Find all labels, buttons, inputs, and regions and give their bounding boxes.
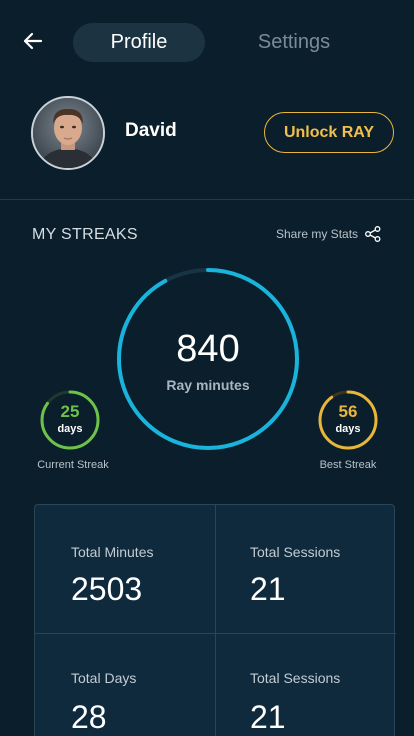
- avatar-image: [33, 98, 103, 168]
- section-title: MY STREAKS: [32, 226, 138, 243]
- unlock-ray-button[interactable]: Unlock RAY: [264, 112, 394, 153]
- ray-minutes-label: Ray minutes: [166, 377, 250, 393]
- divider: [0, 199, 414, 200]
- stat-value-total-minutes: 2503: [71, 571, 143, 607]
- stat-value-total-days: 28: [71, 699, 107, 735]
- stat-value-total-sessions: 21: [250, 571, 286, 607]
- profile-screen: Profile Settings David Unlock RAY MY STR…: [0, 0, 414, 736]
- grid-divider-horizontal: [35, 633, 396, 634]
- stat-label-total-minutes: Total Minutes: [71, 544, 154, 560]
- avatar: [31, 96, 105, 170]
- tab-profile[interactable]: Profile: [73, 23, 205, 62]
- best-streak-unit: days: [335, 423, 361, 435]
- current-streak-label: Current Streak: [37, 459, 109, 471]
- stat-label-total-sessions: Total Sessions: [250, 544, 341, 560]
- current-streak-unit: days: [57, 423, 83, 435]
- arrow-left-icon: [23, 32, 43, 50]
- stat-label-total-sessions-2: Total Sessions: [250, 670, 341, 686]
- best-streak-value: 56: [338, 402, 358, 421]
- user-name: David: [125, 120, 177, 141]
- stat-label-total-days: Total Days: [71, 670, 137, 686]
- ray-minutes-value: 840: [176, 328, 240, 370]
- back-button[interactable]: [20, 28, 46, 54]
- current-streak-value: 25: [60, 402, 80, 421]
- share-stats-button[interactable]: Share my Stats: [276, 225, 382, 243]
- share-icon: [365, 226, 381, 242]
- stat-value-total-sessions-2: 21: [250, 699, 286, 735]
- best-streak-label: Best Streak: [319, 459, 377, 471]
- stats-grid: Total Minutes 2503 Total Sessions 21 Tot…: [34, 504, 396, 736]
- tab-settings[interactable]: Settings: [226, 23, 362, 62]
- grid-divider-vertical: [215, 505, 216, 736]
- share-stats-label: Share my Stats: [276, 227, 359, 241]
